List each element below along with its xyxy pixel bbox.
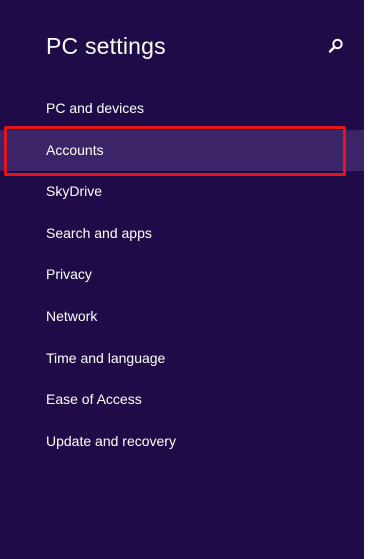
nav-item-label: Update and recovery bbox=[46, 432, 176, 449]
nav-item-label: Privacy bbox=[46, 266, 92, 283]
nav-item-network[interactable]: Network bbox=[0, 296, 364, 338]
nav-item-skydrive[interactable]: SkyDrive bbox=[0, 171, 364, 213]
nav-item-label: Network bbox=[46, 307, 98, 324]
nav-item-label: Ease of Access bbox=[46, 391, 142, 408]
window-edge bbox=[364, 0, 371, 559]
nav-item-privacy[interactable]: Privacy bbox=[0, 254, 364, 296]
page-title: PC settings bbox=[46, 33, 166, 59]
nav-item-pc-and-devices[interactable]: PC and devices bbox=[0, 88, 364, 130]
nav-item-label: SkyDrive bbox=[46, 183, 103, 200]
settings-nav-list: PC and devices Accounts SkyDrive Search … bbox=[0, 88, 364, 462]
nav-item-ease-of-access[interactable]: Ease of Access bbox=[0, 379, 364, 421]
nav-item-label: PC and devices bbox=[46, 100, 145, 116]
nav-item-label: Accounts bbox=[46, 141, 104, 158]
nav-item-time-and-language[interactable]: Time and language bbox=[0, 338, 364, 380]
nav-item-label: Time and language bbox=[46, 349, 166, 366]
search-icon bbox=[326, 36, 346, 56]
nav-item-label: Search and apps bbox=[46, 224, 152, 241]
nav-item-update-and-recovery[interactable]: Update and recovery bbox=[0, 421, 364, 463]
nav-item-accounts[interactable]: Accounts bbox=[0, 129, 364, 172]
nav-item-search-and-apps[interactable]: Search and apps bbox=[0, 213, 364, 255]
settings-pane: PC settings PC and devices Accounts SkyD… bbox=[0, 0, 364, 559]
search-button[interactable] bbox=[326, 36, 346, 56]
